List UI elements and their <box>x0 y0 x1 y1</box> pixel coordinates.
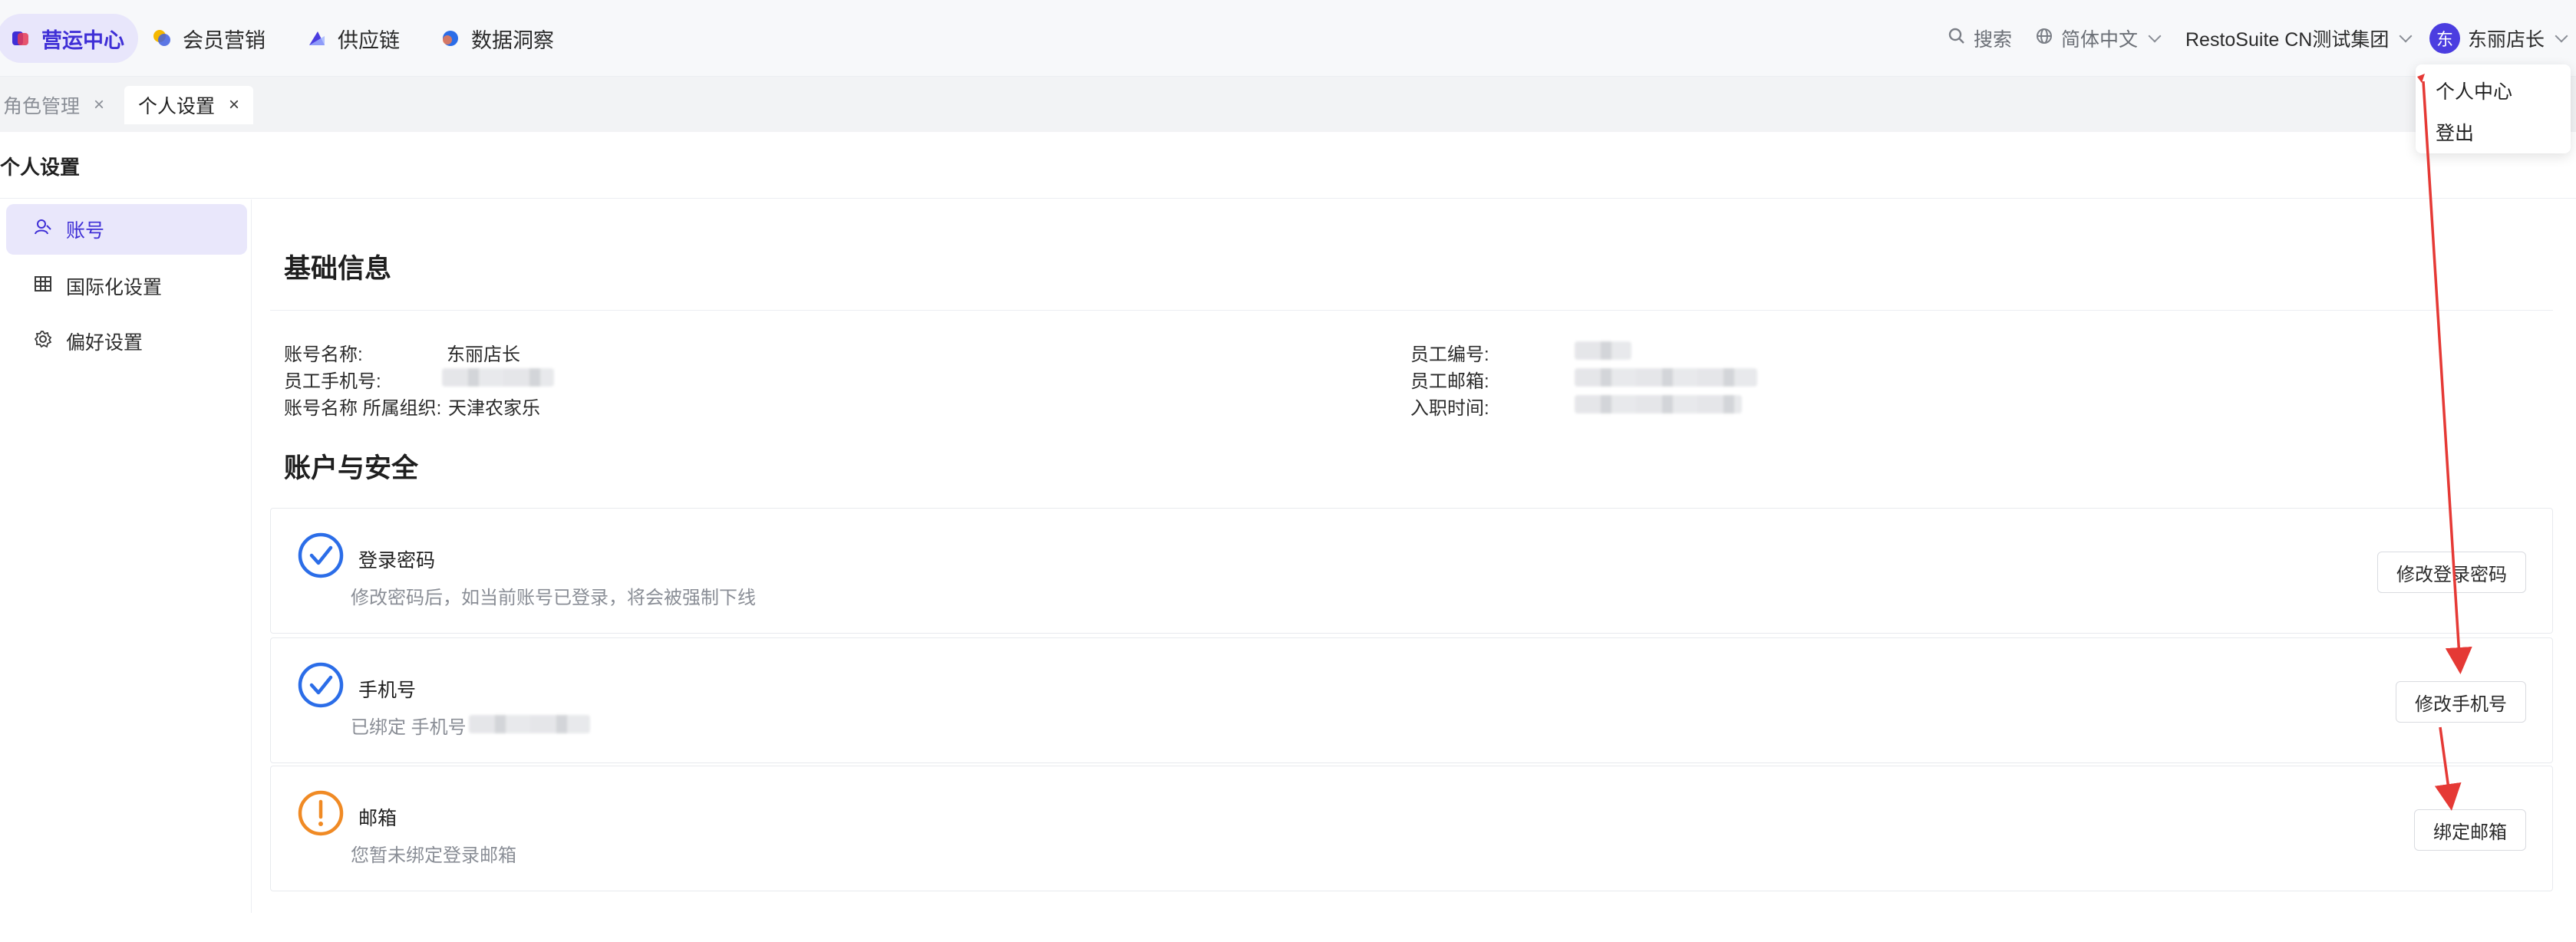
org-selector[interactable]: RestoSuite CN测试集团 <box>2185 23 2413 54</box>
check-circle-icon <box>297 661 345 709</box>
sidebar-item-account[interactable]: 账号 <box>6 204 247 255</box>
hire-date-label: 入职时间: <box>1410 398 1489 419</box>
nav-item-supply-chain[interactable]: 供应链 <box>293 14 414 63</box>
hire-date-redacted <box>1575 395 1742 413</box>
nav-item-label: 会员营销 <box>183 28 266 52</box>
nav-item-data-insights[interactable]: 数据洞察 <box>427 14 568 63</box>
operations-icon <box>11 28 31 48</box>
bind-email-button[interactable]: 绑定邮箱 <box>2414 809 2526 851</box>
top-navigation: 营运中心 会员营销 供应链 数据洞察 搜索 简体中文 RestoSuite CN… <box>0 0 2576 77</box>
close-icon[interactable]: × <box>94 94 104 116</box>
account-name-value: 东丽店长 <box>447 344 520 365</box>
security-title: 账户与安全 <box>284 453 419 483</box>
user-dropdown-menu: 个人中心 登出 <box>2416 64 2571 153</box>
tab-role-management[interactable]: 角色管理 × <box>0 86 118 124</box>
organization-label: 账号名称 所属组织: <box>284 398 442 419</box>
employee-id-label: 员工编号: <box>1410 344 1489 365</box>
employee-phone-redacted <box>442 368 554 387</box>
nav-item-label: 数据洞察 <box>471 28 554 52</box>
nav-item-operations[interactable]: 营运中心 <box>0 14 138 63</box>
email-card: 邮箱 您暂未绑定登录邮箱 绑定邮箱 <box>270 766 2553 891</box>
page-title: 个人设置 <box>0 156 81 179</box>
email-title: 邮箱 <box>358 808 397 829</box>
globe-icon <box>2035 27 2053 51</box>
org-label: RestoSuite CN测试集团 <box>2185 29 2390 51</box>
account-name-label: 账号名称: <box>284 344 363 365</box>
member-marketing-icon <box>152 28 172 48</box>
user-name: 东丽店长 <box>2468 29 2545 51</box>
organization-value: 天津农家乐 <box>448 398 540 419</box>
phone-number-redacted <box>469 715 590 733</box>
phone-card: 手机号 已绑定 手机号 修改手机号 <box>270 637 2553 763</box>
tab-personal-settings[interactable]: 个人设置 × <box>124 86 254 124</box>
tab-label: 个人设置 <box>138 96 216 117</box>
change-phone-button[interactable]: 修改手机号 <box>2396 681 2526 723</box>
tab-label: 角色管理 <box>3 96 81 117</box>
sidebar-item-preferences[interactable]: 偏好设置 <box>6 316 247 367</box>
sidebar-item-i18n[interactable]: 国际化设置 <box>6 261 247 311</box>
menu-item-personal-center[interactable]: 个人中心 <box>2436 77 2512 104</box>
sidebar-item-label: 偏好设置 <box>66 332 143 354</box>
nav-item-member-marketing[interactable]: 会员营销 <box>138 14 279 63</box>
tabs-bar: 角色管理 × 个人设置 × <box>0 77 2576 132</box>
chevron-down-icon <box>2148 29 2162 43</box>
password-card: 登录密码 修改密码后，如当前账号已登录，将会被强制下线 修改登录密码 <box>270 508 2553 634</box>
gear-icon <box>34 330 52 354</box>
supply-chain-icon <box>307 28 327 48</box>
user-icon <box>34 218 52 242</box>
menu-item-logout[interactable]: 登出 <box>2436 118 2474 146</box>
sidebar-item-label: 账号 <box>66 220 105 242</box>
email-desc: 您暂未绑定登录邮箱 <box>351 845 516 866</box>
employee-id-redacted <box>1575 341 1631 360</box>
nav-item-label: 营运中心 <box>41 28 124 52</box>
language-selector[interactable]: 简体中文 <box>2035 23 2162 54</box>
close-icon[interactable]: × <box>229 94 239 116</box>
password-title: 登录密码 <box>358 550 436 571</box>
search-icon <box>1948 27 1966 51</box>
divider <box>0 198 2576 199</box>
employee-email-label: 员工邮箱: <box>1410 371 1489 392</box>
avatar: 东 <box>2429 23 2460 54</box>
search-label: 搜索 <box>1974 29 2013 51</box>
language-label: 简体中文 <box>2061 29 2139 51</box>
chevron-down-icon <box>2399 29 2413 43</box>
sidebar-item-label: 国际化设置 <box>66 277 163 298</box>
employee-phone-label: 员工手机号: <box>284 371 381 392</box>
search-button[interactable]: 搜索 <box>1948 23 2012 54</box>
data-insights-icon <box>440 28 460 48</box>
page: 营运中心 会员营销 供应链 数据洞察 搜索 简体中文 RestoSuite CN… <box>0 0 2576 942</box>
chevron-down-icon <box>2555 29 2568 43</box>
divider <box>270 310 2553 311</box>
user-menu[interactable]: 东 东丽店长 <box>2429 23 2568 54</box>
change-password-button[interactable]: 修改登录密码 <box>2377 552 2526 593</box>
phone-desc: 已绑定 手机号 <box>351 717 467 738</box>
password-desc: 修改密码后，如当前账号已登录，将会被强制下线 <box>351 588 756 608</box>
check-circle-icon <box>297 532 345 579</box>
warning-circle-icon <box>297 789 345 837</box>
employee-email-redacted <box>1575 368 1757 387</box>
sidebar: 账号 国际化设置 偏好设置 <box>0 199 252 913</box>
grid-icon <box>34 275 52 298</box>
basic-info-title: 基础信息 <box>284 254 392 284</box>
nav-item-label: 供应链 <box>338 28 400 52</box>
phone-title: 手机号 <box>358 680 417 701</box>
